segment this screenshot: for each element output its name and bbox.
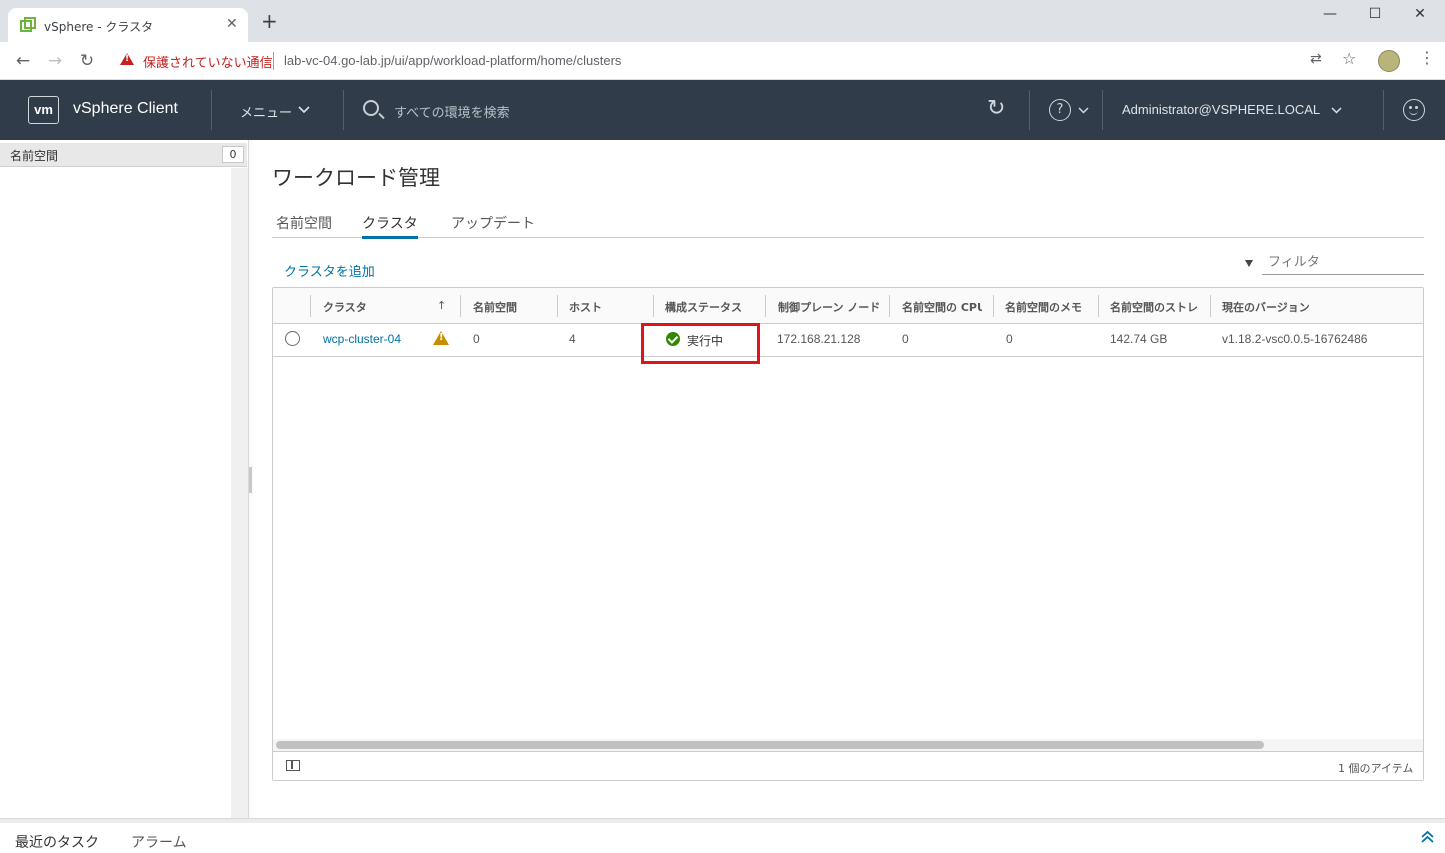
grid-header-row: クラスタ ↑ 名前空間 ホスト 構成ステータス 制御プレーン ノード 名前空間の… bbox=[273, 288, 1423, 324]
feedback-smiley-icon[interactable] bbox=[1403, 99, 1425, 121]
sort-ascending-icon[interactable]: ↑ bbox=[437, 299, 446, 312]
row-select-radio[interactable] bbox=[285, 331, 300, 346]
refresh-icon[interactable]: ↻ bbox=[987, 98, 1005, 120]
clusters-datagrid: クラスタ ↑ 名前空間 ホスト 構成ステータス 制御プレーン ノード 名前空間の… bbox=[272, 287, 1424, 781]
cell-memory: 0 bbox=[1006, 332, 1013, 346]
horizontal-scrollbar-thumb[interactable] bbox=[276, 741, 1264, 749]
cell-hosts: 4 bbox=[569, 332, 576, 346]
app-header: vm vSphere Client メニュー すべての環境を検索 ↻ ? Adm… bbox=[0, 80, 1445, 140]
cluster-name-link[interactable]: wcp-cluster-04 bbox=[323, 332, 401, 346]
column-header-namespace-storage[interactable]: 名前空間のストレ bbox=[1110, 299, 1202, 315]
help-icon[interactable]: ? bbox=[1049, 99, 1071, 121]
tab-namespaces[interactable]: 名前空間 bbox=[276, 213, 332, 239]
browser-tab[interactable]: vSphere - クラスタ ✕ bbox=[8, 8, 248, 42]
tab-updates[interactable]: アップデート bbox=[451, 213, 535, 239]
alarms-tab[interactable]: アラーム bbox=[131, 832, 187, 852]
browser-tabstrip: vSphere - クラスタ ✕ + — ☐ ✕ bbox=[0, 0, 1445, 42]
status-highlight-annotation bbox=[641, 323, 760, 364]
url-text[interactable]: lab-vc-04.go-lab.jp/ui/app/workload-plat… bbox=[284, 53, 621, 68]
column-header-cluster[interactable]: クラスタ bbox=[323, 299, 367, 315]
namespace-panel-header: 名前空間 0 bbox=[0, 143, 247, 167]
vm-logo[interactable]: vm bbox=[28, 96, 59, 124]
new-tab-icon[interactable]: + bbox=[261, 11, 278, 31]
column-header-namespace-memory[interactable]: 名前空間のメモ bbox=[1005, 299, 1087, 315]
tab-bar: 名前空間 クラスタ アップデート bbox=[272, 210, 1424, 239]
maximize-icon[interactable]: ☐ bbox=[1352, 6, 1398, 28]
search-icon[interactable] bbox=[363, 100, 379, 116]
horizontal-scrollbar[interactable] bbox=[273, 739, 1423, 751]
column-header-control-plane[interactable]: 制御プレーン ノード bbox=[778, 299, 882, 315]
reload-icon[interactable]: ↻ bbox=[76, 50, 98, 72]
filter-input[interactable] bbox=[1262, 251, 1424, 275]
minimize-icon[interactable]: — bbox=[1307, 6, 1353, 28]
bookmark-star-icon[interactable]: ☆ bbox=[1342, 49, 1356, 68]
menu-label[interactable]: メニュー bbox=[240, 102, 292, 121]
splitter-grip[interactable] bbox=[249, 467, 252, 493]
tab-close-icon[interactable]: ✕ bbox=[226, 16, 238, 32]
column-header-namespace-cpu[interactable]: 名前空間の CPU bbox=[902, 299, 982, 315]
user-chevron-down-icon[interactable] bbox=[1331, 107, 1342, 114]
page-title: ワークロード管理 bbox=[272, 166, 440, 190]
help-chevron-down-icon[interactable] bbox=[1078, 107, 1089, 114]
column-header-config-status[interactable]: 構成ステータス bbox=[665, 299, 742, 315]
back-icon[interactable]: ← bbox=[12, 50, 34, 72]
app-title[interactable]: vSphere Client bbox=[73, 100, 178, 118]
address-bar[interactable]: ! 保護されていない通信 lab-vc-04.go-lab.jp/ui/app/… bbox=[108, 46, 1370, 76]
browser-tab-title: vSphere - クラスタ bbox=[44, 20, 154, 34]
user-menu[interactable]: Administrator@VSPHERE.LOCAL bbox=[1122, 102, 1320, 117]
profile-avatar[interactable] bbox=[1378, 50, 1400, 72]
forward-icon[interactable]: → bbox=[44, 50, 66, 72]
filter-icon bbox=[1245, 260, 1253, 267]
browser-toolbar: ← → ↻ ! 保護されていない通信 lab-vc-04.go-lab.jp/u… bbox=[0, 42, 1445, 80]
cell-storage: 142.74 GB bbox=[1110, 332, 1168, 346]
menu-chevron-down-icon bbox=[298, 106, 310, 114]
cell-namespaces: 0 bbox=[473, 332, 480, 346]
table-row[interactable]: wcp-cluster-04 ! 0 4 実行中 172.168.21.128 … bbox=[273, 324, 1423, 357]
grid-footer: 1 個のアイテム bbox=[273, 751, 1423, 780]
browser-menu-icon[interactable]: ⋮ bbox=[1419, 48, 1435, 67]
column-toggle-icon[interactable] bbox=[286, 760, 300, 771]
add-cluster-link[interactable]: クラスタを追加 bbox=[284, 261, 375, 280]
vsphere-favicon-icon bbox=[20, 17, 36, 32]
bottom-panel: 最近のタスク アラーム bbox=[0, 818, 1445, 853]
left-panel-scrollbar[interactable] bbox=[231, 168, 248, 818]
tab-clusters[interactable]: クラスタ bbox=[362, 213, 418, 239]
expand-panel-icon[interactable] bbox=[1421, 830, 1434, 844]
namespace-panel-title: 名前空間 bbox=[10, 149, 59, 163]
not-secure-label[interactable]: 保護されていない通信 bbox=[143, 52, 273, 71]
item-count: 1 個のアイテム bbox=[1338, 762, 1414, 775]
column-header-version[interactable]: 現在のバージョン bbox=[1222, 299, 1310, 315]
column-header-namespaces[interactable]: 名前空間 bbox=[473, 299, 517, 315]
cell-version: v1.18.2-vsc0.0.5-16762486 bbox=[1222, 332, 1368, 346]
namespace-panel: 名前空間 0 bbox=[0, 140, 249, 818]
namespace-count-badge: 0 bbox=[222, 146, 244, 163]
global-search-input[interactable]: すべての環境を検索 bbox=[394, 102, 510, 121]
cell-cpu: 0 bbox=[902, 332, 909, 346]
window-close-icon[interactable]: ✕ bbox=[1397, 6, 1443, 28]
recent-tasks-tab[interactable]: 最近のタスク bbox=[15, 832, 99, 852]
column-header-hosts[interactable]: ホスト bbox=[569, 299, 602, 315]
translate-icon[interactable]: ⇄ bbox=[1310, 51, 1322, 67]
main-content: ワークロード管理 名前空間 クラスタ アップデート クラスタを追加 クラスタ ↑… bbox=[253, 140, 1445, 818]
cell-control-plane: 172.168.21.128 bbox=[777, 332, 861, 346]
